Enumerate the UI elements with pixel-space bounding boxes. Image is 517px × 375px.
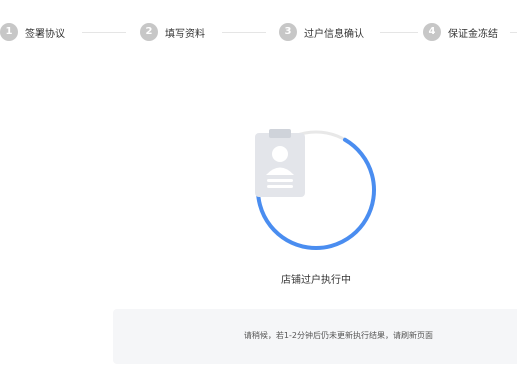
step-connector [380,32,418,33]
steps-bar: 1 签署协议 2 填写资料 3 过户信息确认 4 保证金冻结 [0,20,517,44]
step-label: 过户信息确认 [304,28,364,40]
step-label: 填写资料 [165,28,205,40]
step-deposit-freeze: 4 保证金冻结 [423,20,498,44]
status-label: 店铺过户执行中 [281,275,351,286]
step-connector [82,32,126,33]
notice-box: 请稍候，若1-2分钟后仍未更新执行结果，请刷新页面 [113,309,517,364]
step-number: 3 [279,23,297,41]
step-connector [510,32,517,33]
progress-indicator [255,129,377,251]
notice-text: 请稍候，若1-2分钟后仍未更新执行结果，请刷新页面 [243,331,433,340]
step-connector [222,32,266,33]
step-number: 4 [423,23,441,41]
clipboard-user-icon [255,129,305,197]
step-label: 签署协议 [25,28,65,40]
step-fill-info: 2 填写资料 [140,20,205,44]
step-label: 保证金冻结 [448,28,498,40]
step-number: 1 [0,23,18,41]
step-sign-agreement: 1 签署协议 [0,20,65,44]
step-number: 2 [140,23,158,41]
step-transfer-confirm: 3 过户信息确认 [279,20,364,44]
